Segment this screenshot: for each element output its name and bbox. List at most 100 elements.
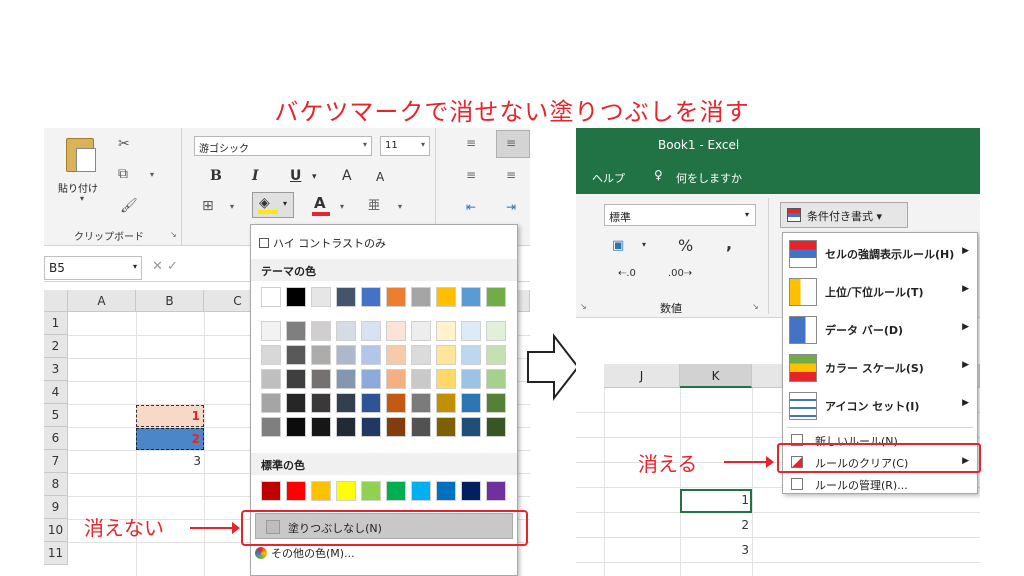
theme-color-swatch[interactable] [311, 345, 331, 365]
chevron-down-icon[interactable]: ▾ [230, 202, 234, 211]
theme-color-swatch[interactable] [361, 393, 381, 413]
column-header[interactable]: B [136, 290, 204, 312]
align-middle-icon[interactable]: ≡ [506, 136, 516, 150]
theme-color-swatch[interactable] [411, 321, 431, 341]
theme-color-swatch[interactable] [486, 369, 506, 389]
decrease-decimal-icon[interactable]: .00⇢ [668, 268, 692, 279]
align-center-icon[interactable]: ≡ [506, 168, 516, 182]
theme-color-swatch[interactable] [436, 345, 456, 365]
currency-format-icon[interactable]: ▣ [612, 238, 624, 253]
chevron-down-icon[interactable]: ▾ [398, 202, 402, 211]
dialog-launcher-icon[interactable]: ↘ [170, 230, 177, 239]
row-header[interactable]: 11 [44, 542, 68, 565]
paste-button[interactable]: 貼り付け [58, 180, 98, 195]
theme-color-swatch[interactable] [386, 369, 406, 389]
name-box[interactable]: B5 ▾ [44, 256, 142, 280]
theme-color-swatch[interactable] [336, 393, 356, 413]
column-header[interactable]: A [68, 290, 136, 312]
theme-color-swatch[interactable] [286, 287, 306, 307]
more-colors-option[interactable]: その他の色(M)... [255, 545, 355, 561]
theme-color-swatch[interactable] [411, 369, 431, 389]
theme-color-swatch[interactable] [286, 417, 306, 437]
cell-b7[interactable]: 3 [136, 451, 204, 473]
cell-k[interactable]: 1 [680, 490, 752, 512]
row-header[interactable]: 6 [44, 427, 68, 450]
dialog-launcher-icon[interactable]: ↘ [752, 302, 759, 311]
select-all-corner[interactable] [44, 290, 68, 312]
chevron-down-icon[interactable]: ▾ [150, 170, 154, 179]
menu-item-color-scales[interactable]: カラー スケール(S) ▶ [783, 349, 977, 387]
theme-color-swatch[interactable] [486, 287, 506, 307]
cut-icon[interactable]: ✂ [118, 136, 130, 152]
standard-color-swatch[interactable] [361, 481, 381, 501]
theme-color-swatch[interactable] [361, 345, 381, 365]
tab-help[interactable]: ヘルプ [592, 170, 625, 186]
percent-button[interactable]: % [678, 236, 693, 255]
chevron-down-icon[interactable]: ▾ [642, 240, 646, 249]
theme-color-swatch[interactable] [461, 393, 481, 413]
align-left-icon[interactable]: ≡ [466, 168, 476, 182]
align-top-icon[interactable]: ≡ [466, 136, 476, 150]
high-contrast-option[interactable]: ハイ コントラストのみ [259, 235, 386, 251]
underline-button[interactable]: U [290, 168, 301, 184]
row-header[interactable]: 5 [44, 404, 68, 427]
theme-color-swatch[interactable] [286, 369, 306, 389]
cell-k[interactable]: 2 [680, 515, 752, 537]
theme-color-swatch[interactable] [411, 287, 431, 307]
chevron-down-icon[interactable]: ▾ [312, 172, 317, 182]
theme-color-swatch[interactable] [336, 321, 356, 341]
theme-color-swatch[interactable] [386, 393, 406, 413]
standard-color-swatch[interactable] [386, 481, 406, 501]
grow-font-button[interactable]: A [342, 168, 352, 184]
theme-color-swatch[interactable] [461, 287, 481, 307]
menu-item-manage-rules[interactable]: ルールの管理(R)... [783, 473, 977, 495]
copy-icon[interactable]: ⧉ [118, 166, 128, 182]
standard-color-swatch[interactable] [461, 481, 481, 501]
theme-color-swatch[interactable] [436, 393, 456, 413]
theme-color-swatch[interactable] [336, 345, 356, 365]
cell-b6[interactable]: 2 [136, 428, 204, 450]
theme-color-swatch[interactable] [286, 345, 306, 365]
theme-color-swatch[interactable] [261, 321, 281, 341]
lightbulb-icon[interactable]: ♀ [654, 168, 663, 182]
increase-indent-icon[interactable]: ⇥ [506, 200, 516, 214]
theme-color-swatch[interactable] [311, 321, 331, 341]
theme-color-swatch[interactable] [286, 393, 306, 413]
fill-color-button[interactable]: ◈ ▾ [252, 192, 294, 218]
theme-color-swatch[interactable] [461, 345, 481, 365]
menu-item-icon-sets[interactable]: アイコン セット(I) ▶ [783, 387, 977, 425]
conditional-formatting-button[interactable]: 条件付き書式 ▾ [780, 202, 908, 228]
theme-color-swatch[interactable] [261, 345, 281, 365]
theme-color-swatch[interactable] [261, 393, 281, 413]
theme-color-swatch[interactable] [311, 393, 331, 413]
bold-button[interactable]: B [210, 168, 222, 184]
comma-button[interactable]: , [726, 234, 732, 253]
theme-color-swatch[interactable] [336, 417, 356, 437]
row-header[interactable]: 10 [44, 519, 68, 542]
row-header[interactable]: 9 [44, 496, 68, 519]
row-header[interactable]: 2 [44, 335, 68, 358]
formula-cancel-confirm-icons[interactable]: ✕ ✓ [152, 259, 178, 274]
theme-color-swatch[interactable] [461, 369, 481, 389]
paste-icon[interactable] [66, 138, 96, 172]
row-header[interactable]: 4 [44, 381, 68, 404]
theme-color-swatch[interactable] [286, 321, 306, 341]
theme-color-swatch[interactable] [436, 417, 456, 437]
chevron-down-icon[interactable]: ▾ [80, 194, 84, 203]
standard-color-swatch[interactable] [411, 481, 431, 501]
theme-color-swatch[interactable] [311, 417, 331, 437]
standard-color-swatch[interactable] [436, 481, 456, 501]
font-name-select[interactable]: 游ゴシック ▾ [194, 136, 372, 156]
column-header[interactable]: K [680, 364, 752, 388]
shrink-font-button[interactable]: A [376, 170, 384, 184]
theme-color-swatch[interactable] [486, 321, 506, 341]
standard-color-swatch[interactable] [286, 481, 306, 501]
decrease-indent-icon[interactable]: ⇤ [466, 200, 476, 214]
format-painter-icon[interactable]: 🖌 [120, 198, 138, 214]
theme-color-swatch[interactable] [486, 393, 506, 413]
theme-color-swatch[interactable] [486, 417, 506, 437]
cell-b5[interactable]: 1 [136, 405, 204, 427]
theme-color-swatch[interactable] [261, 369, 281, 389]
phonetic-button[interactable]: 亜 [368, 196, 380, 213]
theme-color-swatch[interactable] [436, 321, 456, 341]
